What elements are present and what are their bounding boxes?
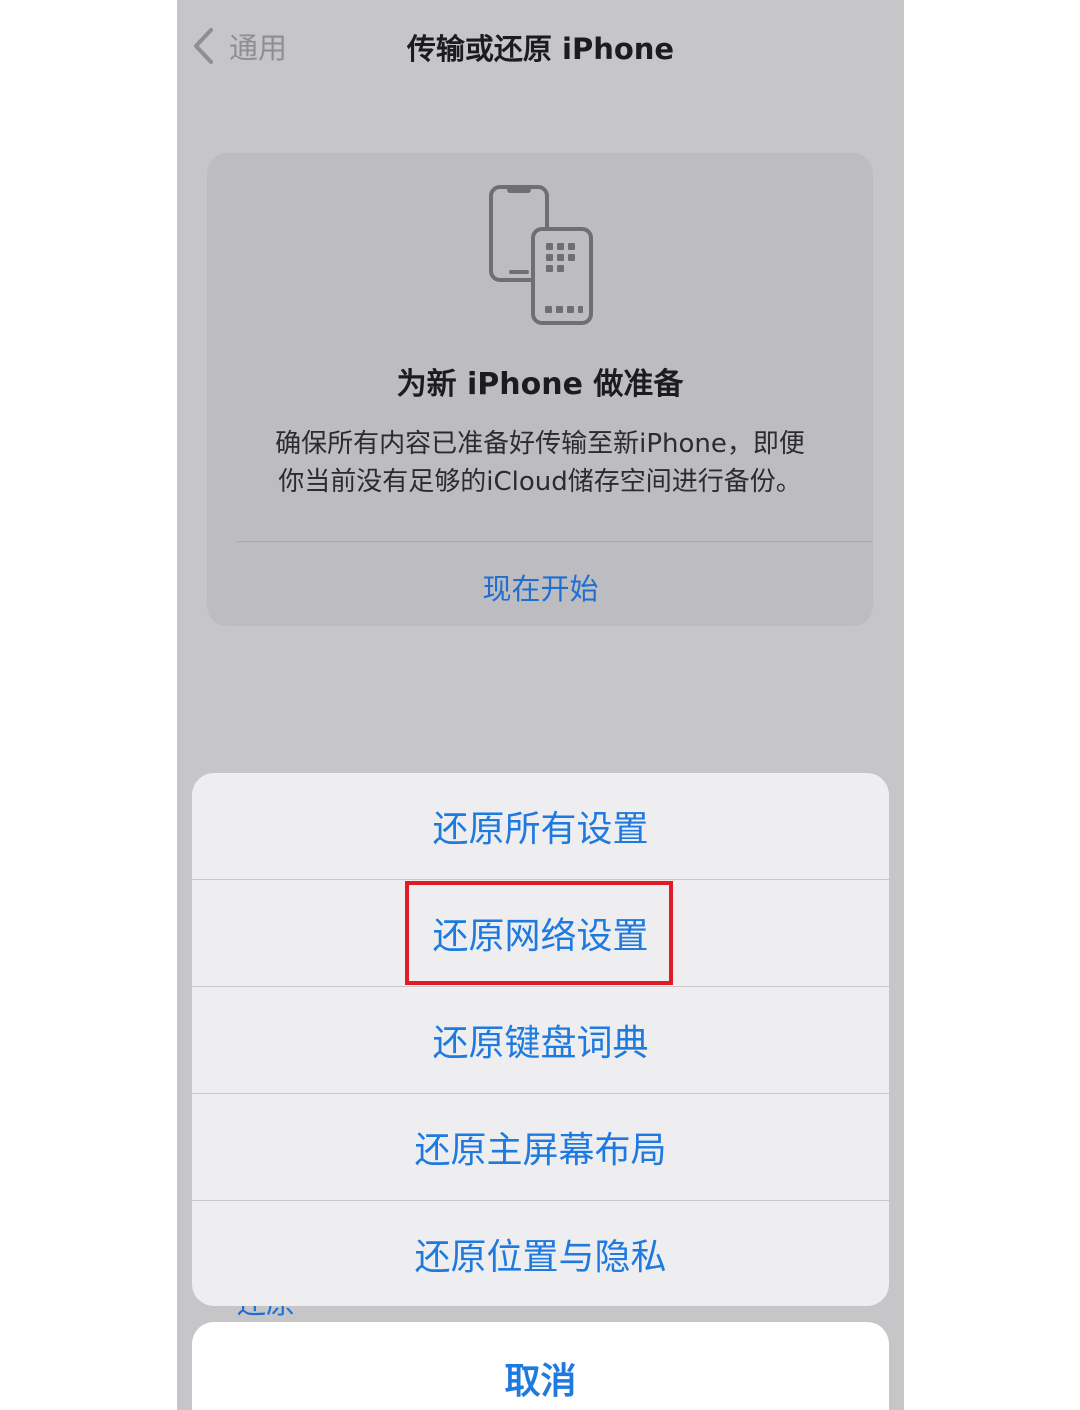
reset-network-settings-button[interactable]: 还原网络设置 — [192, 880, 889, 987]
cancel-button[interactable]: 取消 — [192, 1322, 889, 1410]
action-label: 还原主屏幕布局 — [414, 1130, 667, 1171]
navigation-bar: 通用 传输或还原 iPhone — [177, 0, 904, 95]
cancel-label: 取消 — [504, 1361, 577, 1402]
reset-home-screen-layout-button[interactable]: 还原主屏幕布局 — [192, 1094, 889, 1201]
action-label: 还原位置与隐私 — [414, 1237, 667, 1278]
card-description: 确保所有内容已准备好传输至新iPhone，即便 你当前没有足够的iCloud储存… — [237, 425, 843, 501]
phone-screen: 通用 传输或还原 iPhone 为新 iPhone 做准备 确保所有内容已准备好… — [177, 0, 904, 1410]
reset-keyboard-dictionary-button[interactable]: 还原键盘词典 — [192, 987, 889, 1094]
divider — [237, 541, 873, 542]
phone-transfer-icon — [489, 185, 593, 325]
reset-location-privacy-button[interactable]: 还原位置与隐私 — [192, 1201, 889, 1306]
action-label: 还原所有设置 — [432, 809, 649, 850]
page-title: 传输或还原 iPhone — [406, 32, 675, 66]
card-description-line: 确保所有内容已准备好传输至新iPhone，即便 — [275, 429, 805, 459]
action-label: 还原键盘词典 — [432, 1023, 649, 1064]
card-title: 为新 iPhone 做准备 — [396, 367, 684, 402]
action-label: 还原网络设置 — [432, 916, 649, 957]
reset-all-settings-button[interactable]: 还原所有设置 — [192, 773, 889, 880]
action-sheet: 还原所有设置 还原网络设置 还原键盘词典 还原主屏幕布局 还原位置与隐私 — [192, 773, 889, 1306]
start-now-button[interactable]: 现在开始 — [177, 566, 904, 608]
card-description-line: 你当前没有足够的iCloud储存空间进行备份。 — [278, 467, 802, 497]
prepare-new-iphone-card: 为新 iPhone 做准备 确保所有内容已准备好传输至新iPhone，即便 你当… — [207, 153, 873, 626]
